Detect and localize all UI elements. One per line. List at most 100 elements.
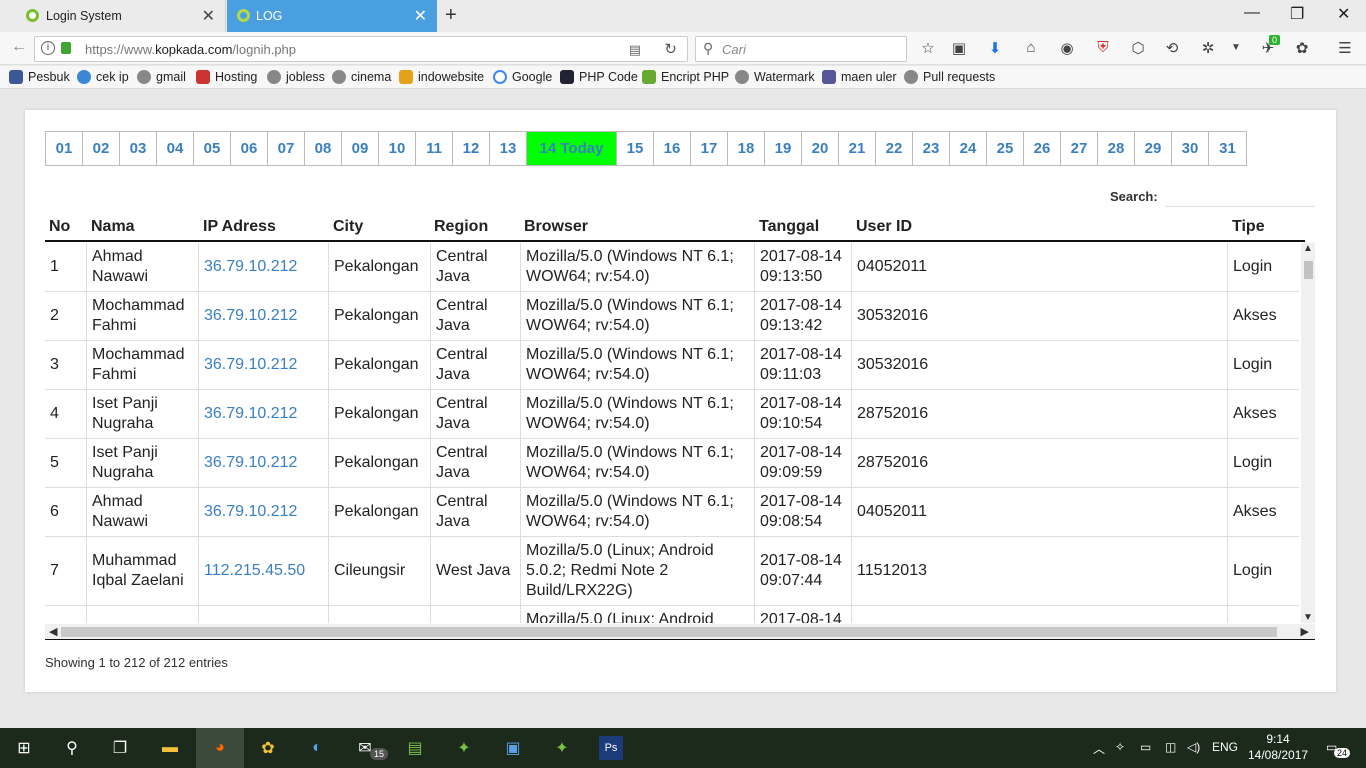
day-link[interactable]: 26 (1024, 132, 1061, 165)
bookmark-encript-php[interactable]: Encript PHP (642, 70, 729, 84)
day-link[interactable]: 10 (379, 132, 416, 165)
table-search-input[interactable] (1165, 185, 1315, 207)
home-icon[interactable]: ⌂ (1021, 39, 1041, 56)
cell-ip[interactable]: 36.79.10.212 (199, 390, 329, 438)
pocket-icon[interactable]: ◉ (1057, 39, 1077, 57)
scroll-up-icon[interactable]: ▲ (1303, 243, 1313, 254)
day-link[interactable]: 24 (950, 132, 987, 165)
vertical-scrollbar[interactable]: ▲ ▼ (1301, 243, 1315, 623)
dropbox-icon[interactable]: ✧ (1115, 740, 1125, 754)
cell-ip[interactable]: 112.215.45.50 (199, 537, 329, 605)
day-link[interactable]: 03 (120, 132, 157, 165)
day-link[interactable]: 30 (1172, 132, 1209, 165)
new-tab-icon[interactable]: + (445, 4, 457, 27)
day-link[interactable]: 31 (1209, 132, 1246, 165)
close-window-icon[interactable]: ✕ (1337, 4, 1350, 24)
column-header-userid[interactable]: User ID (856, 218, 912, 236)
day-link[interactable]: 11 (416, 132, 453, 165)
back-icon[interactable]: ← (11, 38, 27, 56)
column-header-nama[interactable]: Nama (91, 218, 135, 236)
bookmark-pull-requests[interactable]: Pull requests (904, 70, 995, 84)
sync-icon[interactable]: ⟲ (1162, 39, 1182, 57)
app-paw-icon[interactable]: ✿ (256, 736, 280, 760)
bookmark-watermark[interactable]: Watermark (735, 70, 815, 84)
clock[interactable]: 9:14 14/08/2017 (1248, 731, 1308, 763)
cell-ip[interactable] (199, 606, 329, 623)
bookmark-hosting[interactable]: Hosting (196, 70, 257, 84)
photoshop-icon[interactable]: Ps (599, 736, 623, 760)
day-link[interactable]: 08 (305, 132, 342, 165)
column-header-tanggal[interactable]: Tanggal (759, 218, 819, 236)
day-link[interactable]: 25 (987, 132, 1024, 165)
bookmark-jobless[interactable]: jobless (267, 70, 325, 84)
cell-ip[interactable]: 36.79.10.212 (199, 243, 329, 291)
info-icon[interactable]: i (41, 41, 55, 55)
day-link[interactable]: 23 (913, 132, 950, 165)
day-link[interactable]: 12 (453, 132, 490, 165)
scroll-thumb[interactable] (1304, 261, 1313, 279)
cell-ip[interactable]: 36.79.10.212 (199, 439, 329, 487)
android-studio-icon[interactable]: ✦ (452, 736, 476, 760)
show-hidden-icons[interactable]: ︿ (1093, 740, 1105, 757)
shield-icon[interactable]: ⛨ (1093, 39, 1113, 56)
android-studio-icon[interactable]: ✦ (550, 736, 574, 760)
day-link[interactable]: 09 (342, 132, 379, 165)
column-header-city[interactable]: City (333, 218, 363, 236)
day-link[interactable]: 22 (876, 132, 913, 165)
scroll-thumb[interactable] (61, 627, 1277, 637)
day-link[interactable]: 04 (157, 132, 194, 165)
browser-app-icon[interactable]: ◐ (305, 736, 329, 760)
reading-list-icon[interactable]: ▣ (949, 39, 969, 57)
bookmark-indowebsite[interactable]: indowebsite (399, 70, 484, 84)
day-link[interactable]: 17 (691, 132, 728, 165)
scroll-down-icon[interactable]: ▼ (1303, 612, 1313, 623)
day-link[interactable]: 29 (1135, 132, 1172, 165)
day-link[interactable]: 28 (1098, 132, 1135, 165)
bookmark-cek-ip[interactable]: cek ip (77, 70, 129, 84)
address-bar[interactable]: i https://www.kopkada.com/lognih.php ▤ ↻ (34, 36, 688, 62)
app-box-icon[interactable]: ▣ (501, 736, 525, 760)
bookmark-php-code[interactable]: PHP Code (560, 70, 638, 84)
scroll-left-icon[interactable]: ◀ (49, 625, 57, 638)
maximize-icon[interactable]: ❐ (1290, 4, 1304, 24)
bookmark-star-icon[interactable]: ☆ (918, 39, 938, 57)
day-link[interactable]: 07 (268, 132, 305, 165)
day-link[interactable]: 19 (765, 132, 802, 165)
task-view-icon[interactable]: ❐ (108, 736, 132, 760)
close-tab-icon[interactable]: ✕ (414, 6, 427, 26)
notepad-icon[interactable]: ▤ (403, 736, 427, 760)
menu-icon[interactable]: ☰ (1335, 39, 1355, 57)
day-link[interactable]: 18 (728, 132, 765, 165)
reader-view-icon[interactable]: ▤ (629, 42, 641, 58)
day-link[interactable]: 27 (1061, 132, 1098, 165)
day-link[interactable]: 21 (839, 132, 876, 165)
file-explorer-icon[interactable]: ▬ (158, 736, 182, 760)
cell-ip[interactable]: 36.79.10.212 (199, 488, 329, 536)
day-link[interactable]: 05 (194, 132, 231, 165)
cell-ip[interactable]: 36.79.10.212 (199, 341, 329, 389)
column-header-region[interactable]: Region (434, 218, 488, 236)
day-link[interactable]: 20 (802, 132, 839, 165)
minimize-icon[interactable]: — (1244, 4, 1260, 22)
column-header-no[interactable]: No (49, 218, 70, 236)
close-tab-icon[interactable]: ✕ (202, 6, 215, 26)
day-link[interactable]: 01 (46, 132, 83, 165)
language-indicator[interactable]: ENG (1212, 740, 1238, 754)
day-link[interactable]: 14 Today (527, 132, 617, 165)
search-icon[interactable]: ⚲ (60, 736, 84, 760)
url-text[interactable]: https://www.kopkada.com/lognih.php (85, 42, 296, 57)
day-link[interactable]: 13 (490, 132, 527, 165)
network-icon[interactable]: ◫ (1165, 740, 1176, 754)
bookmark-pesbuk[interactable]: Pesbuk (9, 70, 70, 84)
dropdown-icon[interactable]: ▼ (1226, 42, 1246, 53)
reload-icon[interactable]: ↻ (664, 40, 677, 58)
horizontal-scrollbar[interactable]: ◀ ▶ (45, 624, 1315, 640)
scroll-right-icon[interactable]: ▶ (1301, 625, 1309, 638)
column-header-browser[interactable]: Browser (524, 218, 588, 236)
volume-icon[interactable]: ◁) (1187, 740, 1200, 754)
battery-icon[interactable]: ▭ (1140, 740, 1151, 754)
column-header-tipe[interactable]: Tipe (1232, 218, 1265, 236)
puzzle-icon[interactable]: ✿ (1292, 39, 1312, 57)
tab-login-system[interactable]: Login System ✕ (0, 0, 226, 32)
cell-ip[interactable]: 36.79.10.212 (199, 292, 329, 340)
